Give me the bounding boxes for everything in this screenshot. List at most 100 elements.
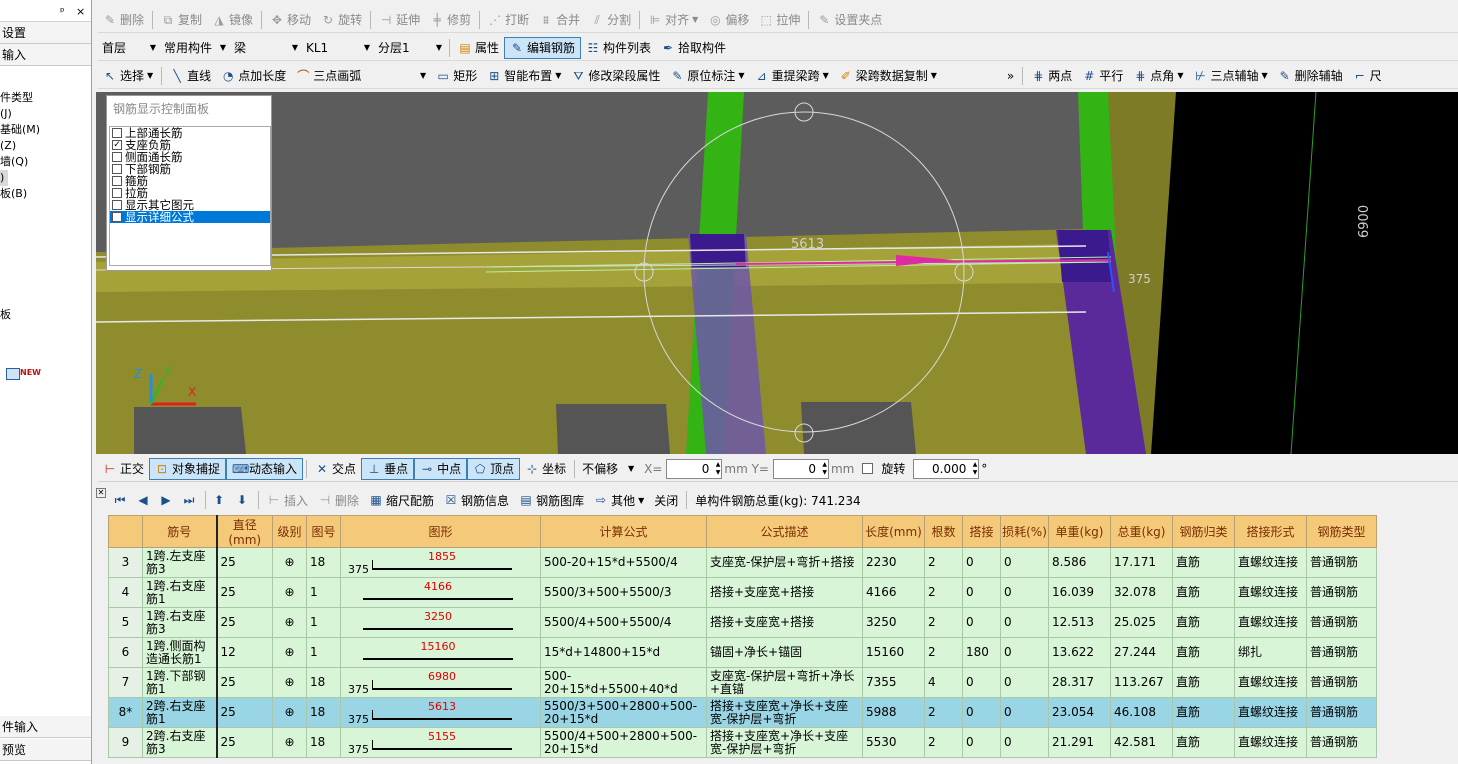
cell-loss[interactable]: 0 [1000,607,1049,638]
extend-button[interactable]: ⊣ 延伸 [374,9,425,31]
col-lap[interactable]: 搭接 [962,515,1001,548]
edit-rebar-button[interactable]: ✎ 编辑钢筋 [504,36,582,59]
parallel-axis-button[interactable]: # 平行 [1077,65,1128,87]
cell-formula-desc[interactable]: 锚固+净长+锚固 [706,637,863,668]
cell-formula[interactable]: 5500/3+500+2800+500-20+15*d [540,697,707,728]
cell-shape[interactable]: 4166 [340,577,541,608]
move-button[interactable]: ✥ 移动 [265,9,316,31]
component-type-select[interactable]: 常用构件 ▼ [160,38,230,58]
three-point-axis-button[interactable]: ⊬ 三点辅轴 ▼ [1188,65,1272,87]
cell-shape[interactable]: 3250 [340,607,541,638]
cell-lap-type[interactable]: 直螺纹连接 [1234,577,1307,608]
checkbox[interactable] [112,188,122,198]
rebar-library-button[interactable]: ▤ 钢筋图库 [514,489,589,511]
cell-formula[interactable]: 5500/4+500+5500/4 [540,607,707,638]
cell-diameter[interactable]: 25 [216,547,273,578]
cell-rownum[interactable]: 9 [108,727,143,758]
cell-unit-weight[interactable]: 28.317 [1048,667,1111,698]
cell-unit-weight[interactable]: 16.039 [1048,577,1111,608]
cell-formula-desc[interactable]: 支座宽-保护层+弯折+搭接 [706,547,863,578]
pick-component-button[interactable]: ✒ 拾取构件 [656,37,731,59]
more-tools-button[interactable]: » [1002,65,1019,87]
cell-bar-number[interactable]: 2跨.右支座筋3 [142,727,218,758]
trim-button[interactable]: ╪ 修剪 [425,9,476,31]
cell-grade[interactable]: ⊕ [272,547,307,578]
object-snap-button[interactable]: ⊡ 对象捕捉 [149,457,227,480]
col-rebar-type[interactable]: 钢筋类型 [1306,515,1377,548]
last-record-button[interactable]: ⏭ [179,489,202,511]
col-total-weight[interactable]: 总重(kg) [1110,515,1173,548]
point-length-button[interactable]: ◔ 点加长度 [216,65,291,87]
cell-lap-type[interactable]: 直螺纹连接 [1234,547,1307,578]
col-unit-weight[interactable]: 单重(kg) [1048,515,1111,548]
component-list-button[interactable]: ☷ 构件列表 [581,37,656,59]
cell-diameter[interactable]: 25 [216,697,273,728]
cell-length[interactable]: 7355 [862,667,925,698]
cell-count[interactable]: 2 [924,697,963,728]
cell-grade[interactable]: ⊕ [272,697,307,728]
rectangle-button[interactable]: ▭ 矩形 [431,65,482,87]
two-point-axis-button[interactable]: ⋕ 两点 [1026,65,1077,87]
cell-loss[interactable]: 0 [1000,667,1049,698]
col-diameter[interactable]: 直径(mm) [216,515,273,548]
cell-count[interactable]: 2 [924,577,963,608]
cell-shape[interactable]: 15160 [340,637,541,668]
cell-formula-desc[interactable]: 支座宽-保护层+弯折+净长+直锚 [706,667,863,698]
spin-icon[interactable]: ▲ ▼ [822,461,827,477]
cell-shape[interactable]: 375 5613 [340,697,541,728]
cell-formula[interactable]: 5500/4+500+2800+500-20+15*d [540,727,707,758]
cell-category[interactable]: 直筋 [1172,697,1235,728]
cell-bar-number[interactable]: 1跨.侧面构造通长筋1 [142,637,218,668]
cell-bar-number[interactable]: 1跨.下部钢筋1 [142,667,218,698]
table-row[interactable]: 8* 2跨.右支座筋1 25 ⊕ 18 375 5613 5500/3+500+2800+50… [108,697,1377,728]
cell-lap[interactable]: 0 [962,547,1001,578]
floor-select[interactable]: 首层 ▼ [98,38,160,58]
set-grip-button[interactable]: ✎ 设置夹点 [812,9,887,31]
copy-button[interactable]: ⧉ 复制 [156,9,207,31]
cell-total-weight[interactable]: 27.244 [1110,637,1173,668]
table-row[interactable]: 4 1跨.右支座筋1 25 ⊕ 1 4166 5500/3+500+5500/3 搭接+支座宽… [108,577,1377,608]
line-button[interactable]: ╲ 直线 [165,65,216,87]
close-table-button[interactable]: 关闭 [649,489,683,511]
check-detailed-formula[interactable]: 显示详细公式 [110,211,270,223]
ortho-button[interactable]: ⊢ 正交 [98,458,149,480]
cell-grade[interactable]: ⊕ [272,727,307,758]
cell-unit-weight[interactable]: 23.054 [1048,697,1111,728]
cell-lap-type[interactable]: 直螺纹连接 [1234,727,1307,758]
cell-lap[interactable]: 0 [962,667,1001,698]
cell-diameter[interactable]: 25 [216,577,273,608]
col-count[interactable]: 根数 [924,515,963,548]
cell-length[interactable]: 3250 [862,607,925,638]
tree-item[interactable]: 基础(M) [0,122,91,138]
table-row[interactable]: 6 1跨.侧面构造通长筋1 12 ⊕ 1 15160 15*d+14800+15*d 锚固+净… [108,637,1377,668]
cell-count[interactable]: 4 [924,667,963,698]
merge-button[interactable]: ⩩ 合并 [534,9,585,31]
tree-item[interactable]: 墙(Q) [0,154,91,170]
cell-grade[interactable]: ⊕ [272,577,307,608]
rotate-button[interactable]: ↻ 旋转 [316,9,367,31]
scale-rebar-button[interactable]: ▦ 缩尺配筋 [364,489,439,511]
cell-diameter[interactable]: 25 [216,727,273,758]
re-extract-span-button[interactable]: ⊿ 重提梁跨 ▼ [750,65,834,87]
cell-figure-no[interactable]: 18 [306,727,341,758]
cell-grade[interactable]: ⊕ [272,667,307,698]
cell-formula-desc[interactable]: 搭接+支座宽+搭接 [706,577,863,608]
layer-select[interactable]: 分层1 ▼ [374,38,446,58]
col-grade[interactable]: 级别 [272,515,307,548]
cell-lap[interactable]: 180 [962,637,1001,668]
point-angle-button[interactable]: ⋕ 点角 ▼ [1128,65,1188,87]
cell-figure-no[interactable]: 18 [306,547,341,578]
col-formula[interactable]: 计算公式 [540,515,707,548]
cell-figure-no[interactable]: 1 [306,577,341,608]
cell-total-weight[interactable]: 32.078 [1110,577,1173,608]
cell-figure-no[interactable]: 1 [306,637,341,668]
cell-loss[interactable]: 0 [1000,697,1049,728]
intersection-button[interactable]: ✕ 交点 [310,458,361,480]
cell-length[interactable]: 15160 [862,637,925,668]
cell-rebar-type[interactable]: 普通钢筋 [1306,577,1377,608]
member-name-select[interactable]: KL1 ▼ [302,38,374,58]
cell-shape[interactable]: 375 1855 [340,547,541,578]
delete-axis-button[interactable]: ✎ 删除辅轴 [1273,65,1348,87]
cell-lap-type[interactable]: 绑扎 [1234,637,1307,668]
new-component[interactable]: NEW [6,368,41,380]
